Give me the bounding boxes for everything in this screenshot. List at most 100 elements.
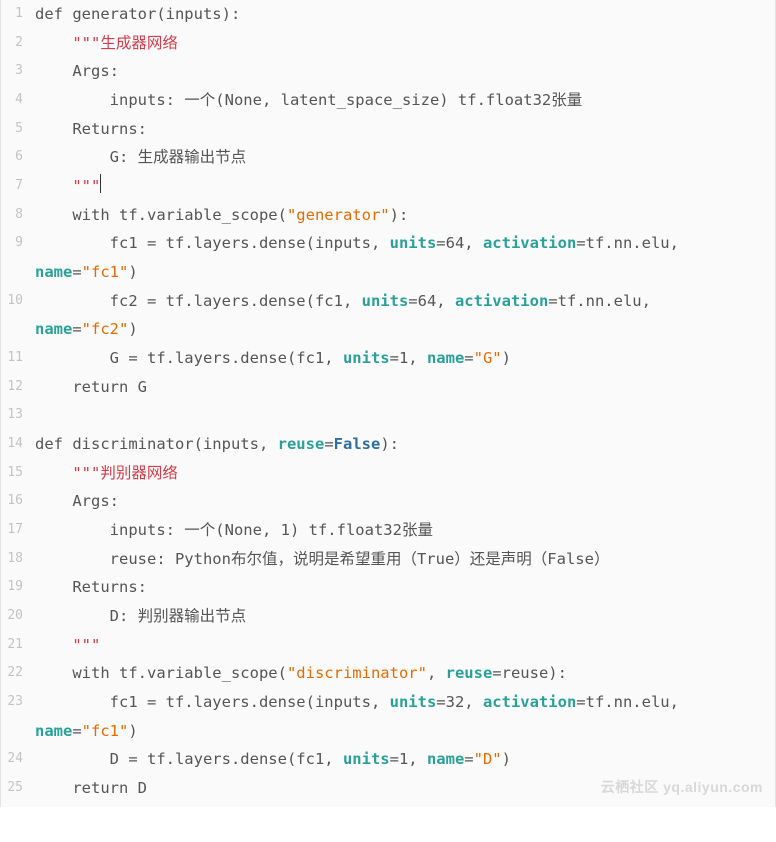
code-token: units xyxy=(362,292,409,310)
code-token: =tf.nn.elu, xyxy=(576,234,688,252)
code-token: "fc2" xyxy=(82,320,129,338)
line-number: 12 xyxy=(1,373,29,399)
code-token: return D xyxy=(35,779,147,797)
code-line: 11 G = tf.layers.dense(fc1, units=1, nam… xyxy=(1,344,775,373)
code-token: ): xyxy=(390,206,409,224)
line-number: 14 xyxy=(1,430,29,456)
code-token: =reuse): xyxy=(492,664,567,682)
code-token: reuse xyxy=(446,664,493,682)
code-content: Args: xyxy=(29,57,775,86)
line-number: 2 xyxy=(1,29,29,55)
code-token: = xyxy=(464,750,473,768)
code-line: 5 Returns: xyxy=(1,115,775,144)
code-token: Args: xyxy=(35,62,119,80)
code-token: D: 判别器输出节点 xyxy=(35,607,246,625)
code-content: fc1 = tf.layers.dense(inputs, units=32, … xyxy=(29,688,775,717)
code-line: 6 G: 生成器输出节点 xyxy=(1,143,775,172)
code-token: with tf.variable_scope( xyxy=(35,664,287,682)
code-content: name="fc1") xyxy=(29,717,775,746)
line-number: 20 xyxy=(1,602,29,628)
code-token: def discriminator(inputs, xyxy=(35,435,278,453)
code-token: False xyxy=(334,435,381,453)
line-number: 3 xyxy=(1,57,29,83)
code-content: """ xyxy=(29,172,775,201)
code-token: "discriminator" xyxy=(287,664,427,682)
code-content: """ xyxy=(29,631,775,660)
line-number: 10 xyxy=(1,287,29,313)
code-block: 1def generator(inputs):2 """生成器网络3 Args:… xyxy=(0,0,776,807)
code-content: name="fc2") xyxy=(29,315,775,344)
code-token: return G xyxy=(35,378,147,396)
code-token: = xyxy=(72,320,81,338)
code-token: D = tf.layers.dense(fc1, xyxy=(35,750,343,768)
code-token: fc1 = tf.layers.dense(inputs, xyxy=(35,693,390,711)
code-content: Args: xyxy=(29,487,775,516)
code-line: 25 return D xyxy=(1,774,775,803)
code-content: G = tf.layers.dense(fc1, units=1, name="… xyxy=(29,344,775,373)
code-token: Returns: xyxy=(35,120,147,138)
code-content: D: 判别器输出节点 xyxy=(29,602,775,631)
code-token: units xyxy=(343,349,390,367)
code-token: =1, xyxy=(390,349,427,367)
code-line: 15 """判别器网络 xyxy=(1,459,775,488)
code-token: ) xyxy=(128,320,137,338)
code-line: 18 reuse: Python布尔值，说明是希望重用（True）还是声明（Fa… xyxy=(1,545,775,574)
code-line: 4 inputs: 一个(None, latent_space_size) tf… xyxy=(1,86,775,115)
code-content: def generator(inputs): xyxy=(29,0,775,29)
code-token xyxy=(35,636,72,654)
code-token: Returns: xyxy=(35,578,147,596)
code-token: def generator(inputs): xyxy=(35,5,240,23)
code-token: activation xyxy=(483,234,576,252)
code-token: =64, xyxy=(408,292,455,310)
code-content: Returns: xyxy=(29,115,775,144)
code-content: D = tf.layers.dense(fc1, units=1, name="… xyxy=(29,745,775,774)
line-number: 16 xyxy=(1,487,29,513)
code-line: 21 """ xyxy=(1,631,775,660)
code-line: name="fc1") xyxy=(1,717,775,746)
code-content: """判别器网络 xyxy=(29,459,775,488)
code-viewer: 1def generator(inputs):2 """生成器网络3 Args:… xyxy=(0,0,776,807)
code-token: = xyxy=(464,349,473,367)
code-token: reuse xyxy=(278,435,325,453)
line-number: 24 xyxy=(1,745,29,771)
code-line: 3 Args: xyxy=(1,57,775,86)
code-token: = xyxy=(324,435,333,453)
line-number xyxy=(1,258,29,260)
code-token: fc1 = tf.layers.dense(inputs, xyxy=(35,234,390,252)
code-token: activation xyxy=(483,693,576,711)
line-number: 6 xyxy=(1,143,29,169)
code-content: inputs: 一个(None, 1) tf.float32张量 xyxy=(29,516,775,545)
code-line: 24 D = tf.layers.dense(fc1, units=1, nam… xyxy=(1,745,775,774)
code-line: 22 with tf.variable_scope("discriminator… xyxy=(1,659,775,688)
code-content: fc1 = tf.layers.dense(inputs, units=64, … xyxy=(29,229,775,258)
code-content: Returns: xyxy=(29,573,775,602)
code-token: name xyxy=(35,320,72,338)
code-line: 19 Returns: xyxy=(1,573,775,602)
line-number: 17 xyxy=(1,516,29,542)
code-line: 13 xyxy=(1,401,775,430)
code-token: = xyxy=(72,263,81,281)
line-number: 11 xyxy=(1,344,29,370)
code-token: """判别器网络 xyxy=(72,464,178,482)
code-line: 1def generator(inputs): xyxy=(1,0,775,29)
line-number: 7 xyxy=(1,172,29,198)
code-token: "fc1" xyxy=(82,263,129,281)
code-token: units xyxy=(390,693,437,711)
code-token: =tf.nn.elu, xyxy=(576,693,688,711)
code-line: 14def discriminator(inputs, reuse=False)… xyxy=(1,430,775,459)
code-line: name="fc2") xyxy=(1,315,775,344)
code-token: units xyxy=(390,234,437,252)
line-number: 23 xyxy=(1,688,29,714)
code-line: 7 """ xyxy=(1,172,775,201)
code-line: 9 fc1 = tf.layers.dense(inputs, units=64… xyxy=(1,229,775,258)
code-line: 2 """生成器网络 xyxy=(1,29,775,58)
code-token: fc2 = tf.layers.dense(fc1, xyxy=(35,292,362,310)
code-content: inputs: 一个(None, latent_space_size) tf.f… xyxy=(29,86,775,115)
line-number: 9 xyxy=(1,229,29,255)
code-token: ) xyxy=(128,263,137,281)
line-number xyxy=(1,717,29,719)
code-token xyxy=(35,406,44,424)
code-token: = xyxy=(72,722,81,740)
code-content: with tf.variable_scope("discriminator", … xyxy=(29,659,775,688)
code-token xyxy=(35,464,72,482)
